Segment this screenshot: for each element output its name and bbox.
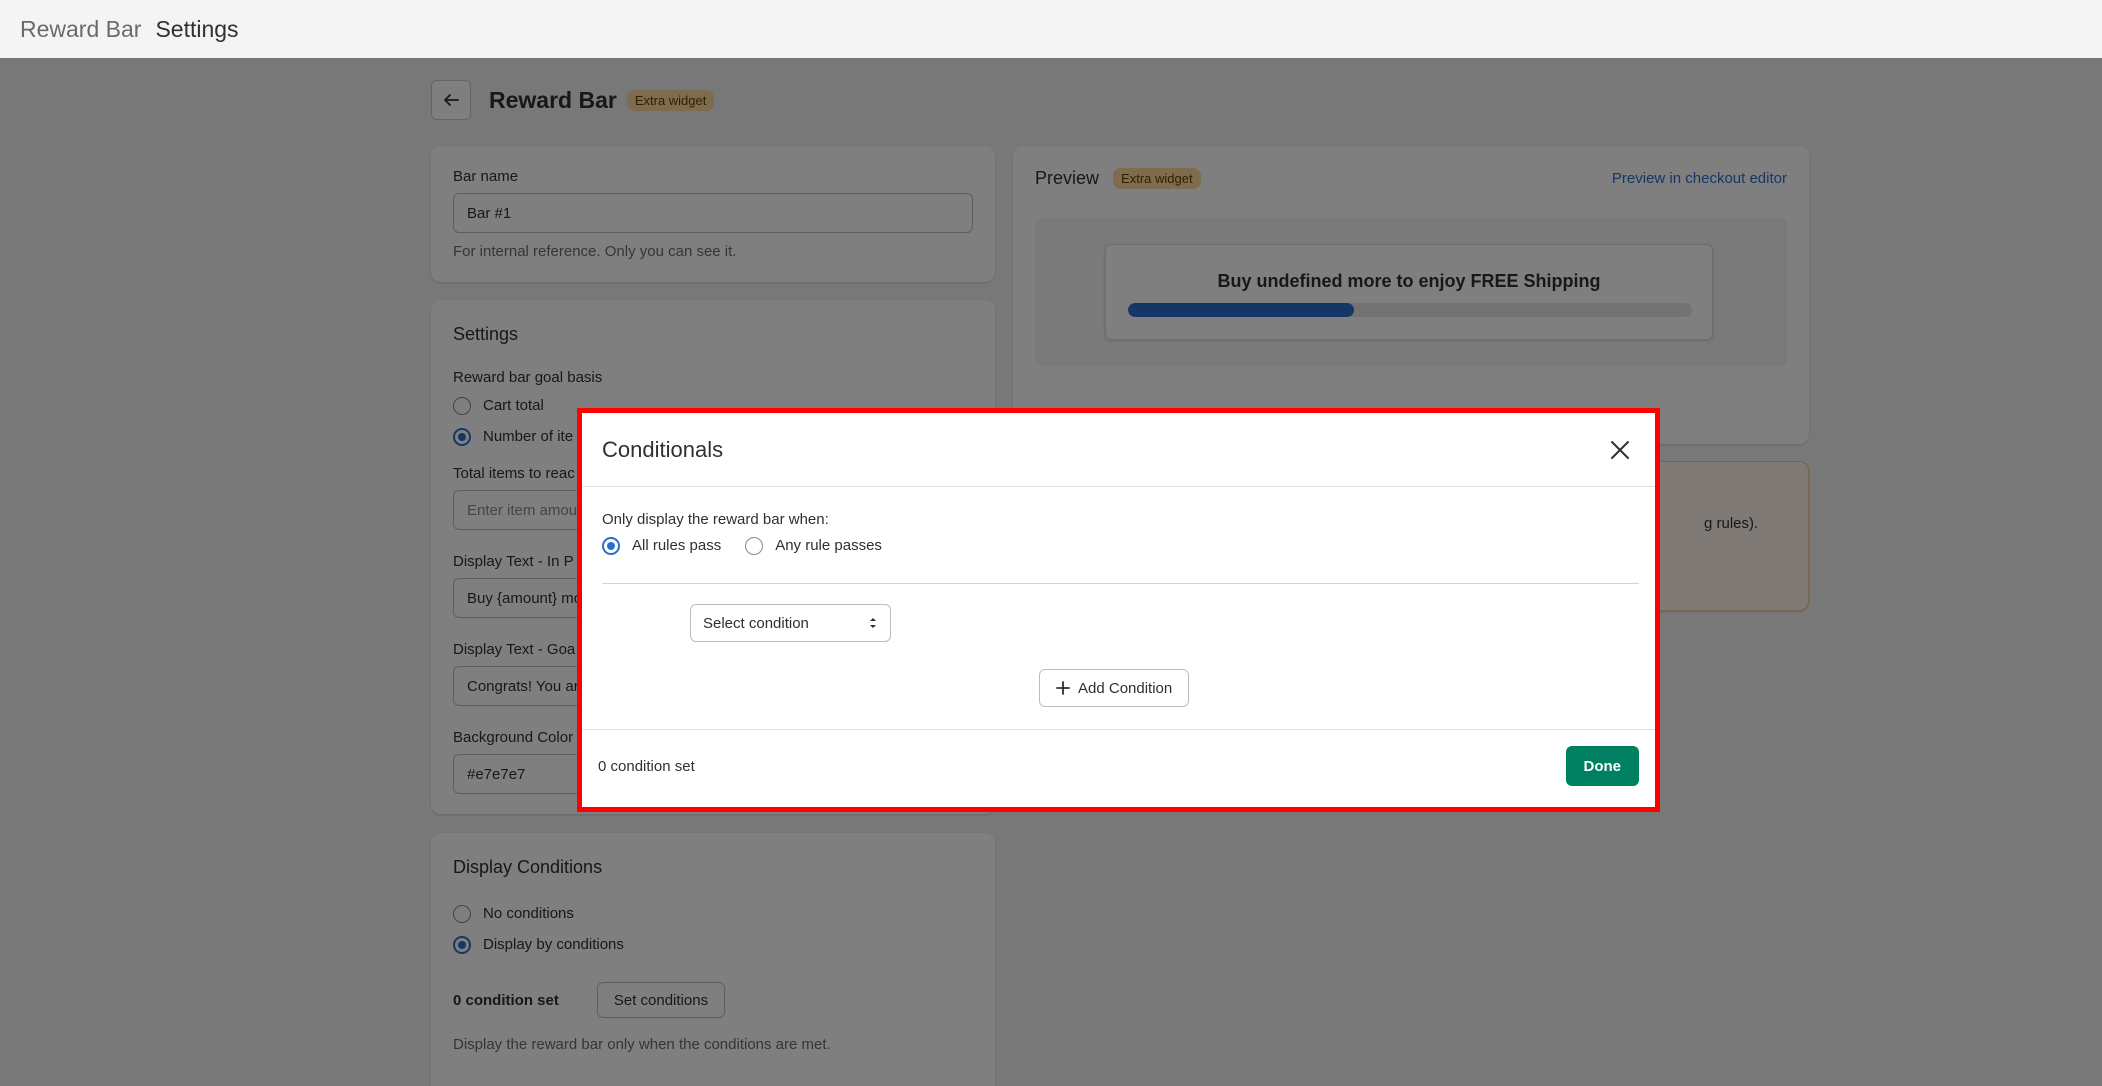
add-condition-label: Add Condition	[1078, 679, 1173, 697]
top-bar: Reward Bar Settings	[0, 0, 2102, 58]
conditionals-modal: Conditionals Only display the reward bar…	[577, 408, 1660, 812]
close-modal-button[interactable]	[1605, 435, 1635, 465]
select-caret-icon	[870, 618, 876, 628]
option-all-rules-pass[interactable]: All rules pass	[602, 530, 721, 561]
rule-mode-options: All rules pass Any rule passes	[602, 530, 1635, 561]
add-condition-button[interactable]: Add Condition	[1039, 669, 1190, 707]
breadcrumb-app[interactable]: Reward Bar	[20, 16, 141, 43]
modal-footer: 0 condition set Done	[582, 730, 1655, 802]
modal-divider	[602, 583, 1639, 584]
radio-all-rules-pass[interactable]	[602, 536, 620, 555]
breadcrumb-current: Settings	[155, 15, 239, 42]
done-button[interactable]: Done	[1565, 746, 1639, 786]
plus-icon	[1056, 681, 1070, 695]
modal-title: Conditionals	[602, 436, 724, 462]
select-condition-dropdown[interactable]: Select condition	[690, 604, 891, 642]
modal-prompt: Only display the reward bar when:	[602, 511, 829, 528]
radio-any-rule-passes[interactable]	[745, 536, 764, 555]
modal-body: Only display the reward bar when: All ru…	[582, 487, 1655, 730]
select-condition-text: Select condition	[703, 614, 809, 632]
option-any-rule-passes[interactable]: Any rule passes	[745, 530, 882, 561]
modal-condition-count: 0 condition set	[598, 757, 695, 775]
modal-header: Conditionals	[582, 413, 1655, 487]
close-icon	[1611, 440, 1629, 459]
